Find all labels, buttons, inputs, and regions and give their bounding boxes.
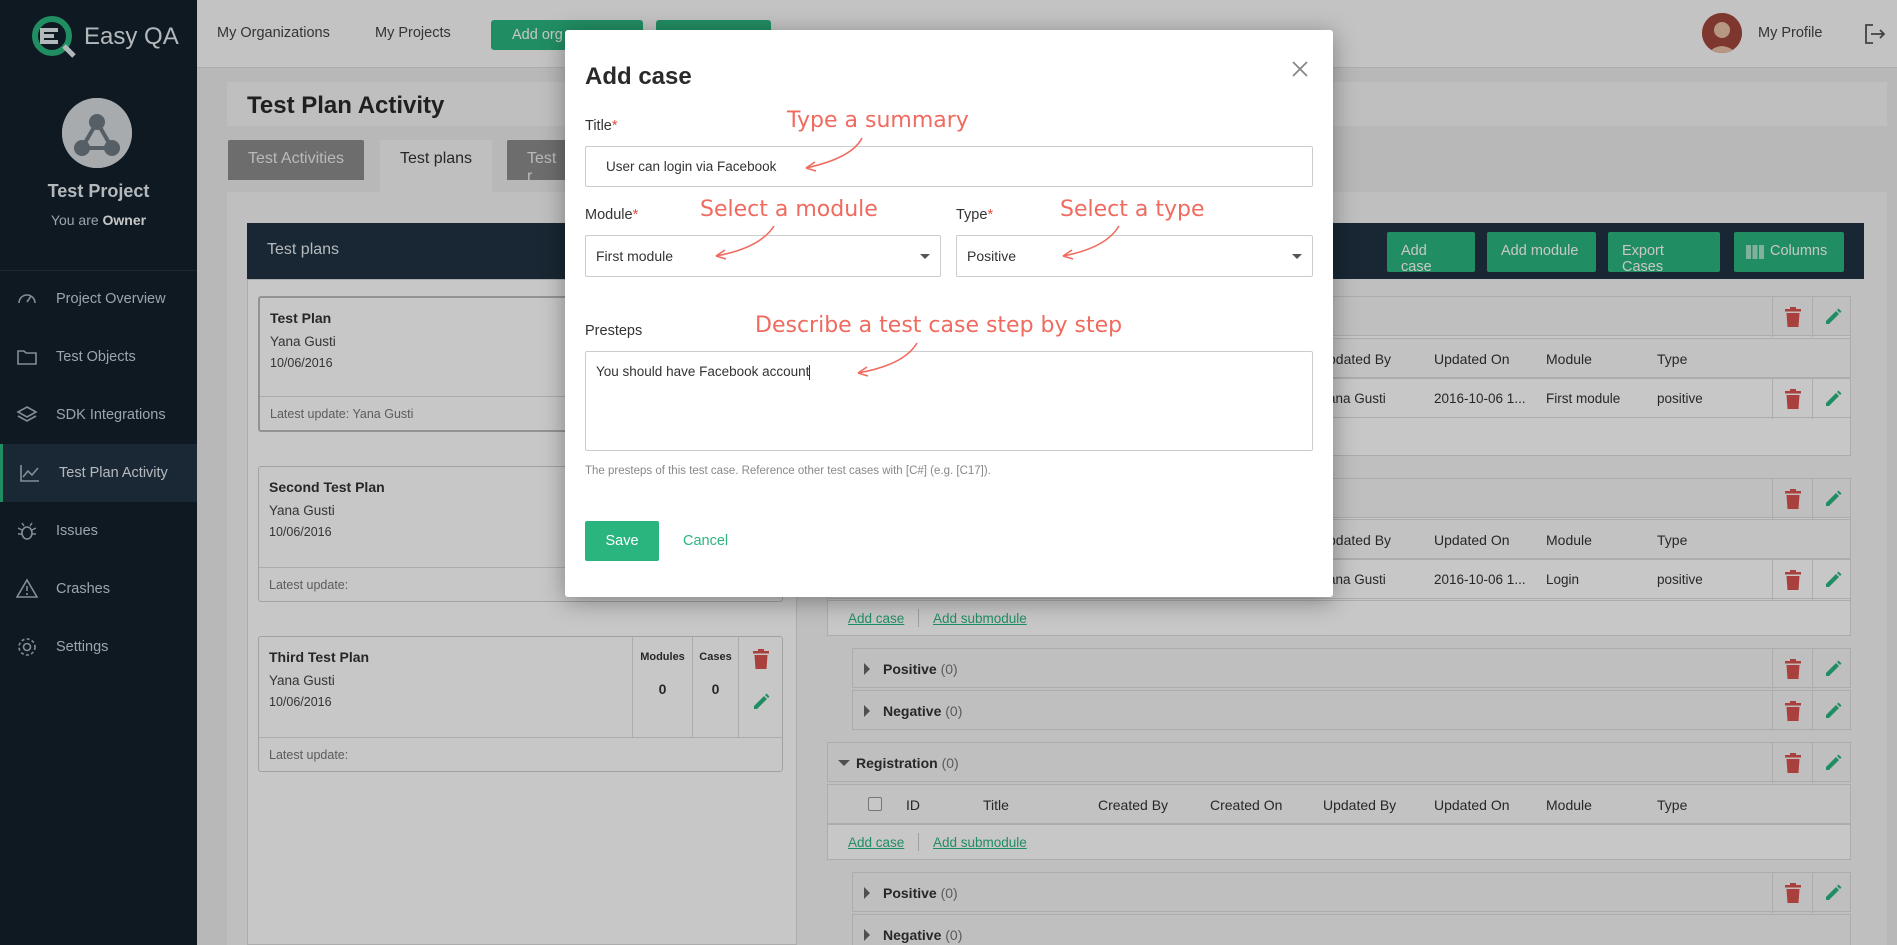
- arrow-module: [715, 225, 775, 257]
- annotation-arrows: [715, 137, 1120, 377]
- arrow-type: [1062, 225, 1120, 257]
- arrow-steps: [857, 342, 918, 374]
- arrow-summary: [805, 137, 863, 169]
